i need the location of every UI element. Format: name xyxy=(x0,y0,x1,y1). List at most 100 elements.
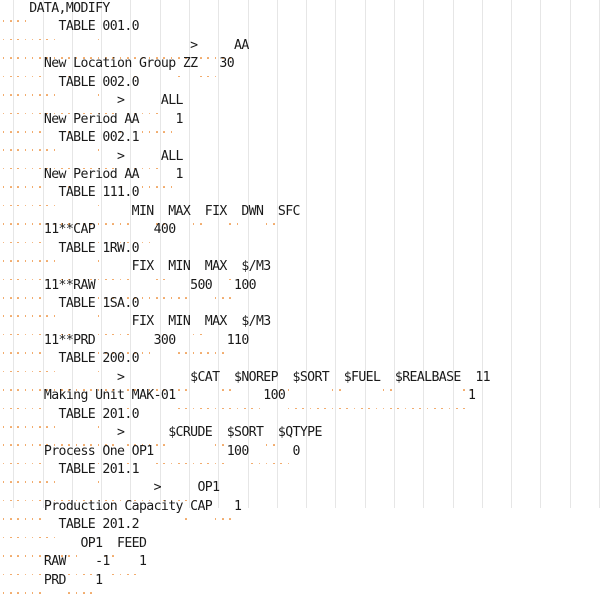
code-line[interactable]: > ALL xyxy=(0,148,600,170)
code-char: . xyxy=(124,461,133,477)
code-char: 3 xyxy=(263,259,272,275)
code-char: U xyxy=(190,425,199,441)
code-line[interactable]: OP1 FEED xyxy=(0,535,600,557)
code-char: 0 xyxy=(131,19,140,35)
code-char: P xyxy=(43,443,52,459)
code-line[interactable]: TABLE 111.0 xyxy=(0,184,600,207)
code-char: D xyxy=(197,425,206,441)
code-char: . xyxy=(124,130,133,146)
code-char: F xyxy=(117,535,125,551)
code-char: E xyxy=(409,369,418,385)
code-char: E xyxy=(314,425,323,441)
code-char: O xyxy=(241,425,250,441)
code-char: P xyxy=(73,332,82,348)
code-char: L xyxy=(424,369,433,385)
code-line[interactable]: 11**PRD 300 110 xyxy=(0,332,600,354)
code-char: T xyxy=(292,425,301,441)
code-char: a xyxy=(131,498,140,514)
code-char: A xyxy=(212,314,221,330)
code-char: S xyxy=(299,369,308,385)
code-line[interactable]: DATA,MODIFY xyxy=(0,0,600,22)
code-line[interactable]: TABLE 1RW.0 xyxy=(0,240,600,262)
code-char: T xyxy=(58,19,67,35)
code-char: 1 xyxy=(131,130,140,146)
code-char: W xyxy=(117,240,125,256)
code-line[interactable]: > AA xyxy=(0,37,600,59)
code-line[interactable]: FIX MIN MAX $/M3 xyxy=(0,313,600,336)
code-char: 0 xyxy=(168,222,177,238)
code-char: E xyxy=(365,369,374,385)
code-char: i xyxy=(95,498,104,514)
code-char: k xyxy=(58,388,67,404)
code-char: W xyxy=(87,277,96,293)
code-char: Y xyxy=(102,1,111,16)
code-line[interactable]: New Period AA 1 xyxy=(0,166,600,188)
code-char: $ xyxy=(394,369,403,385)
code-line[interactable]: FIX MIN MAX $/M3 xyxy=(0,258,600,281)
code-char: * xyxy=(65,222,74,238)
code-char: Q xyxy=(285,425,294,441)
code-line[interactable]: > ALL xyxy=(0,92,600,115)
code-line[interactable]: > $CRUDE $SORT $QTYPE xyxy=(0,424,600,447)
code-line[interactable]: TABLE 001.0 xyxy=(0,18,600,41)
code-line[interactable]: TABLE 002.0 xyxy=(0,74,600,96)
code-char: e xyxy=(80,166,89,182)
code-char: 1 xyxy=(102,554,111,570)
code-char: R xyxy=(182,425,191,441)
code-char: n xyxy=(102,388,111,404)
code-line[interactable]: > OP1 xyxy=(0,479,600,502)
code-char: E xyxy=(131,535,140,551)
code-line[interactable]: New Period AA 1 xyxy=(0,111,600,133)
code-content[interactable]: DATA,MODIFY TABLE 001.0 > AA New Location Group… xyxy=(0,0,600,594)
code-char: c xyxy=(87,56,96,72)
code-char: $ xyxy=(241,259,250,275)
code-line[interactable]: TABLE 201.2 xyxy=(0,516,600,539)
code-char: 1 xyxy=(51,277,60,293)
code-char: r xyxy=(51,498,60,514)
code-char: R xyxy=(73,277,82,293)
code-char: L xyxy=(80,185,89,201)
code-line[interactable]: > $CAT $NOREP $SORT $FUEL $REALBASE 11 xyxy=(0,369,600,391)
code-char: 2 xyxy=(117,130,125,146)
code-char: / xyxy=(248,259,257,275)
code-line[interactable]: Making Unit MAK-01 100 1 xyxy=(0,387,600,410)
code-char: $ xyxy=(292,369,301,385)
code-char: B xyxy=(73,351,82,367)
code-line[interactable]: Production Capacity CAP 1 xyxy=(0,498,600,520)
code-char: 2 xyxy=(102,406,111,422)
code-char: O xyxy=(131,443,140,459)
code-line[interactable]: TABLE 002.1 xyxy=(0,129,600,152)
code-char: X xyxy=(146,259,155,275)
code-char: D xyxy=(241,203,250,219)
code-line[interactable]: 11**CAP 400 xyxy=(0,221,600,244)
code-line[interactable]: TABLE 1SA.0 xyxy=(0,295,600,317)
code-char: 0 xyxy=(226,56,235,72)
code-char: 3 xyxy=(153,332,162,348)
code-char: L xyxy=(80,406,89,422)
code-char: A xyxy=(212,259,221,275)
code-line[interactable]: PRD 1 xyxy=(0,572,600,594)
code-char: 0 xyxy=(160,388,169,404)
code-line[interactable]: MIN MAX FIX DWN SFC xyxy=(0,203,600,225)
code-char: R xyxy=(402,369,411,385)
code-char: Y xyxy=(299,425,308,441)
code-char: . xyxy=(124,351,133,367)
code-char: t xyxy=(87,498,96,514)
code-line[interactable]: RAW -1 1 xyxy=(0,553,600,576)
code-char: X xyxy=(219,259,228,275)
code-editor[interactable]: DATA,MODIFY TABLE 001.0 > AA New Location Group… xyxy=(0,0,600,594)
code-line[interactable]: TABLE 201.0 xyxy=(0,406,600,428)
code-char: N xyxy=(182,314,191,330)
code-line[interactable]: 11**RAW 500 100 xyxy=(0,277,600,299)
code-char: A xyxy=(234,37,242,53)
code-line[interactable]: TABLE 201.1 xyxy=(0,461,600,483)
code-char: C xyxy=(175,425,184,441)
code-char: T xyxy=(43,1,52,16)
code-char: O xyxy=(248,369,257,385)
code-char: D xyxy=(138,535,147,551)
code-char: . xyxy=(124,74,133,90)
code-line[interactable]: TABLE 200.0 xyxy=(0,350,600,373)
code-line[interactable]: New Location Group ZZ 30 xyxy=(0,55,600,78)
code-char: A xyxy=(197,498,206,514)
code-line[interactable]: Process One OP1 100 0 xyxy=(0,443,600,465)
